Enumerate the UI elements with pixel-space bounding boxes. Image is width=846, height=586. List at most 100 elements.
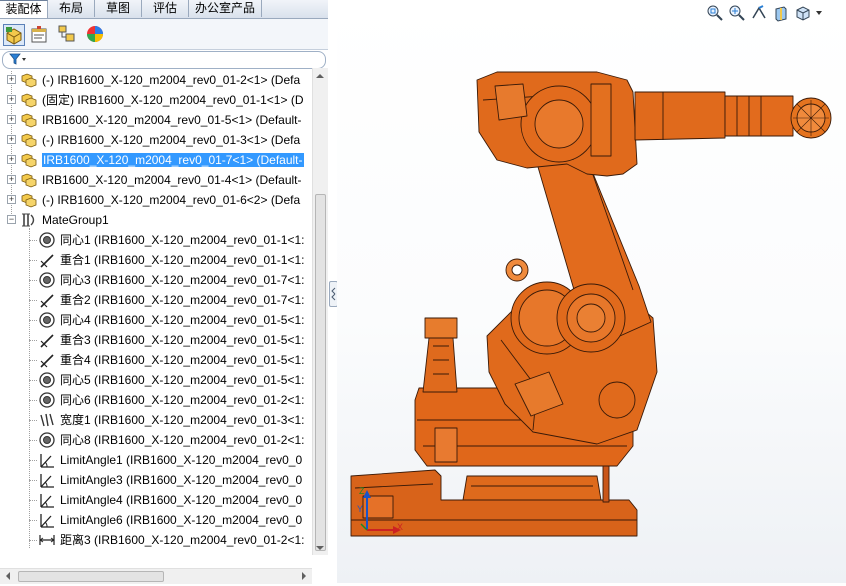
scroll-up-icon[interactable]: [316, 70, 324, 78]
tab-2[interactable]: 草图: [95, 0, 142, 17]
tree-mate-row[interactable]: 同心6 (IRB1600_X-120_m2004_rev0_01-2<1:: [0, 390, 312, 410]
view-orientation-icon[interactable]: [794, 4, 812, 22]
tree-connector-line: [29, 320, 37, 321]
panel-splitter[interactable]: [328, 0, 338, 583]
command-manager-tabs: 装配体 布局 草图 评估 办公室产品: [0, 0, 328, 19]
tree-mate-row[interactable]: LimitAngle6 (IRB1600_X-120_m2004_rev0_0: [0, 510, 312, 530]
coincident-mate-icon: [38, 291, 56, 309]
component-icon: [20, 131, 38, 149]
section-view-icon[interactable]: [772, 4, 790, 22]
tab-3[interactable]: 评估: [142, 0, 189, 17]
tree-mate-row[interactable]: 宽度1 (IRB1600_X-120_m2004_rev0_01-3<1:: [0, 410, 312, 430]
heads-up-view-toolbar: [706, 3, 844, 23]
configuration-manager-icon[interactable]: [57, 24, 79, 46]
limit-angle-mate-icon: [38, 471, 56, 489]
display-manager-icon[interactable]: [85, 24, 107, 46]
component-label: (-) IRB1600_X-120_m2004_rev0_01-3<1> (De…: [42, 133, 301, 147]
triad-label-y: Y: [357, 504, 364, 514]
limit-angle-mate-icon: [38, 511, 56, 529]
tree-connector-line: [29, 420, 37, 421]
tree-connector-line: [29, 460, 37, 461]
expand-plus-icon[interactable]: +: [7, 135, 16, 144]
coincident-mate-icon: [38, 251, 56, 269]
tree-mategroup-row[interactable]: − MateGroup1: [0, 210, 312, 230]
tree-connector-line: [29, 540, 37, 541]
tree-connector-line: [29, 340, 37, 341]
tree-mate-row[interactable]: LimitAngle3 (IRB1600_X-120_m2004_rev0_0: [0, 470, 312, 490]
tree-mate-row[interactable]: 同心8 (IRB1600_X-120_m2004_rev0_01-2<1:: [0, 430, 312, 450]
mate-label: 同心1 (IRB1600_X-120_m2004_rev0_01-1<1:: [60, 233, 305, 247]
zoom-to-fit-icon[interactable]: [706, 4, 724, 22]
horizontal-scroll-thumb[interactable]: [18, 571, 164, 582]
tree-vertical-scrollbar[interactable]: [312, 68, 328, 555]
filter-funnel-icon[interactable]: [9, 53, 27, 68]
component-label: IRB1600_X-120_m2004_rev0_01-4<1> (Defaul…: [42, 173, 302, 187]
vertical-scroll-thumb[interactable]: [315, 194, 326, 551]
expand-plus-icon[interactable]: +: [7, 95, 16, 104]
tree-component-row[interactable]: + IRB1600_X-120_m2004_rev0_01-5<1> (Defau…: [0, 110, 312, 130]
tree-mate-row[interactable]: 同心1 (IRB1600_X-120_m2004_rev0_01-1<1:: [0, 230, 312, 250]
tree-mate-row[interactable]: 重合2 (IRB1600_X-120_m2004_rev0_01-7<1:: [0, 290, 312, 310]
tree-connector-line: [29, 400, 37, 401]
tree-mate-row[interactable]: 同心4 (IRB1600_X-120_m2004_rev0_01-5<1:: [0, 310, 312, 330]
mate-label: 同心8 (IRB1600_X-120_m2004_rev0_01-2<1:: [60, 433, 305, 447]
expand-plus-icon[interactable]: +: [7, 115, 16, 124]
tree-filter-bar[interactable]: [2, 51, 326, 69]
mate-label: 同心3 (IRB1600_X-120_m2004_rev0_01-7<1:: [60, 273, 305, 287]
property-manager-icon[interactable]: [29, 24, 51, 46]
tree-connector-line: [29, 260, 37, 261]
limit-angle-mate-icon: [38, 451, 56, 469]
tree-connector-line: [29, 300, 37, 301]
limit-angle-mate-icon: [38, 491, 56, 509]
tree-mate-row[interactable]: 重合3 (IRB1600_X-120_m2004_rev0_01-5<1:: [0, 330, 312, 350]
tree-mate-row[interactable]: LimitAngle4 (IRB1600_X-120_m2004_rev0_0: [0, 490, 312, 510]
robot-model[interactable]: [337, 0, 846, 583]
tree-component-row[interactable]: + (-) IRB1600_X-120_m2004_rev0_01-2<1> (D…: [0, 70, 312, 90]
component-icon: [20, 191, 38, 209]
tree-connector-line: [29, 240, 37, 241]
expand-plus-icon[interactable]: +: [7, 195, 16, 204]
tree-connector-line: [29, 500, 37, 501]
tree-component-row[interactable]: + IRB1600_X-120_m2004_rev0_01-7<1> (Defau…: [0, 150, 312, 170]
tab-1[interactable]: 布局: [48, 0, 95, 17]
mate-label: LimitAngle6 (IRB1600_X-120_m2004_rev0_0: [60, 513, 303, 527]
tree-mate-row[interactable]: 重合4 (IRB1600_X-120_m2004_rev0_01-5<1:: [0, 350, 312, 370]
distance-mate-icon: [38, 531, 56, 549]
scroll-left-icon[interactable]: [2, 572, 10, 580]
feature-manager-icon[interactable]: [3, 24, 25, 46]
tree-mate-row[interactable]: 距离3 (IRB1600_X-120_m2004_rev0_01-2<1:: [0, 530, 312, 550]
feature-tree: + (-) IRB1600_X-120_m2004_rev0_01-2<1> (D…: [0, 70, 312, 556]
tree-mate-row[interactable]: 重合1 (IRB1600_X-120_m2004_rev0_01-1<1:: [0, 250, 312, 270]
chevron-down-icon[interactable]: [816, 11, 822, 18]
previous-view-icon[interactable]: [750, 4, 768, 22]
graphics-area[interactable]: Y X Z: [337, 0, 846, 583]
tree-component-row[interactable]: + (-) IRB1600_X-120_m2004_rev0_01-3<1> (D…: [0, 130, 312, 150]
tree-mate-row[interactable]: 同心5 (IRB1600_X-120_m2004_rev0_01-5<1:: [0, 370, 312, 390]
tree-mate-row[interactable]: 同心3 (IRB1600_X-120_m2004_rev0_01-7<1:: [0, 270, 312, 290]
concentric-mate-icon: [38, 271, 56, 289]
component-icon: [20, 71, 38, 89]
tree-horizontal-scrollbar[interactable]: [0, 568, 312, 584]
mate-label: LimitAngle1 (IRB1600_X-120_m2004_rev0_0: [60, 453, 303, 467]
tree-component-row[interactable]: + IRB1600_X-120_m2004_rev0_01-4<1> (Defau…: [0, 170, 312, 190]
scroll-down-icon[interactable]: [316, 546, 324, 554]
concentric-mate-icon: [38, 371, 56, 389]
expand-plus-icon[interactable]: +: [7, 175, 16, 184]
tree-component-row[interactable]: + (-) IRB1600_X-120_m2004_rev0_01-6<2> (D…: [0, 190, 312, 210]
tree-component-row[interactable]: + (固定) IRB1600_X-120_m2004_rev0_01-1<1> (…: [0, 90, 312, 110]
mate-label: 同心5 (IRB1600_X-120_m2004_rev0_01-5<1:: [60, 373, 305, 387]
tab-4[interactable]: 办公室产品: [189, 0, 262, 17]
mate-label: LimitAngle4 (IRB1600_X-120_m2004_rev0_0: [60, 493, 303, 507]
concentric-mate-icon: [38, 431, 56, 449]
scroll-right-icon[interactable]: [302, 572, 310, 580]
tree-mate-row[interactable]: LimitAngle1 (IRB1600_X-120_m2004_rev0_0: [0, 450, 312, 470]
tree-connector-line: [29, 380, 37, 381]
collapse-minus-icon[interactable]: −: [7, 215, 16, 224]
component-icon: [20, 151, 38, 169]
expand-plus-icon[interactable]: +: [7, 75, 16, 84]
zoom-to-area-icon[interactable]: [728, 4, 746, 22]
tab-0[interactable]: 装配体: [0, 0, 48, 18]
tree-connector-line: [29, 440, 37, 441]
triad-label-x: X: [397, 522, 404, 532]
expand-plus-icon[interactable]: +: [7, 155, 16, 164]
